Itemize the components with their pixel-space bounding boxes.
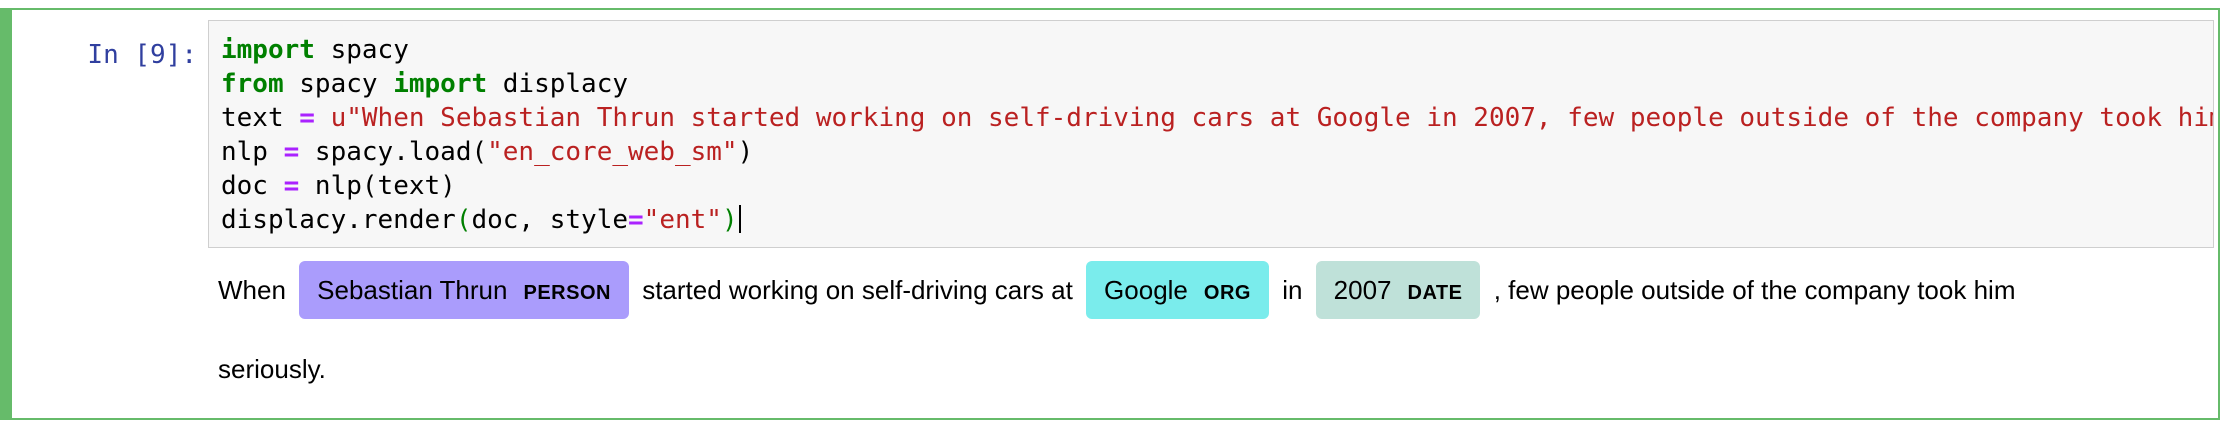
code-token: spacy <box>283 69 394 99</box>
code-line[interactable]: text = u"When Sebastian Thrun started wo… <box>221 101 2214 135</box>
code-token: displacy <box>487 69 629 99</box>
entity-text: Google <box>1104 275 1188 305</box>
code-token: doc <box>221 171 284 201</box>
entity-text: Sebastian Thrun <box>317 275 508 305</box>
text-cursor <box>738 205 741 233</box>
output-line-1: When Sebastian Thrun PERSON started worki… <box>218 260 2015 320</box>
code-token: doc, style <box>471 205 629 235</box>
code-token: spacy.load( <box>299 137 488 167</box>
cell-selection-bar <box>2 10 12 418</box>
code-token: = <box>283 171 300 201</box>
code-token: from <box>221 69 284 99</box>
code-token: "en_core_web_sm" <box>487 137 738 167</box>
code-token: = <box>283 137 300 167</box>
code-token: nlp(text) <box>299 171 456 201</box>
output-text: When <box>218 275 286 305</box>
entity-text: 2007 <box>1333 275 1392 305</box>
code-line[interactable]: import spacy <box>221 33 2213 67</box>
code-token: import <box>393 69 488 99</box>
code-token: import <box>221 35 315 65</box>
output-text: , few people outside of the company took… <box>1493 275 2016 305</box>
code-token: text <box>221 103 300 133</box>
entity-org: Google ORG <box>1086 261 1269 319</box>
code-token: u"When Sebastian Thrun started working o… <box>330 103 2214 133</box>
code-token: nlp <box>221 137 284 167</box>
notebook-cell[interactable]: In [9]: import spacy from spacy import di… <box>0 8 2220 420</box>
entity-label: PERSON <box>523 282 611 304</box>
entity-label: DATE <box>1407 282 1463 304</box>
output-line-2: seriously. <box>218 354 326 384</box>
code-editor[interactable]: import spacy from spacy import displacy te… <box>208 20 2214 248</box>
code-token: ( <box>455 205 472 235</box>
code-line[interactable]: displacy.render(doc, style="ent") <box>221 203 2213 237</box>
output-text: started working on self-driving cars at <box>642 275 1073 305</box>
entity-person: Sebastian Thrun PERSON <box>299 261 629 319</box>
code-line[interactable]: doc = nlp(text) <box>221 169 2213 203</box>
code-token: spacy <box>314 35 409 65</box>
input-prompt: In [9]: <box>87 40 197 70</box>
code-token: ) <box>737 137 754 167</box>
code-text[interactable]: import spacy from spacy import displacy te… <box>221 33 2214 237</box>
output-text: in <box>1282 275 1303 305</box>
code-line[interactable]: from spacy import displacy <box>221 67 2213 101</box>
code-token: "ent" <box>643 205 722 235</box>
code-token: = <box>299 103 315 133</box>
code-token: ) <box>721 205 738 235</box>
code-token: = <box>628 205 644 235</box>
entity-label: ORG <box>1203 282 1251 304</box>
code-token: displacy.render <box>221 205 456 235</box>
code-line[interactable]: nlp = spacy.load("en_core_web_sm") <box>221 135 2213 169</box>
entity-date: 2007 DATE <box>1315 261 1481 319</box>
